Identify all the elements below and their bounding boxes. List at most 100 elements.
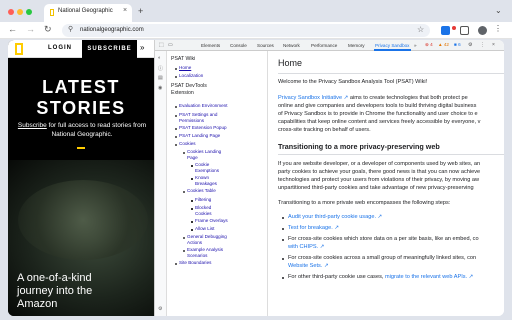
sidebar-item-popup[interactable]: PSAT Extension Popup [179,125,227,131]
list-text: For other third-party cookie use cases, [288,274,386,280]
sidebar-item-scenarios[interactable]: Scenarios [187,253,207,259]
devtools-tab-bar: ⬚ ▭ Elements Console Sources Network Per… [155,40,504,51]
bullet-icon [175,76,177,78]
sidebar-section-extension: PSAT DevTools [171,83,207,89]
audit-link[interactable]: Audit your third-party cookie usage. ↗ [288,214,382,220]
tab-sources[interactable]: Sources [257,43,274,48]
sidebar-item-blocked[interactable]: Cookies [195,211,212,217]
sidebar-item-cookies-landing[interactable]: Page [187,155,198,161]
tab-performance[interactable]: Performance [311,43,337,48]
issues-count: 6 [458,42,461,47]
bullet-icon [175,115,177,117]
sidebar-item-landing[interactable]: PSAT Landing Page [179,133,220,139]
browser-tab[interactable]: National Geographic × [44,4,132,22]
tab-elements[interactable]: Elements [201,43,220,48]
sidebar-item-cookies-table[interactable]: Cookies Table [187,188,216,194]
address-bar[interactable]: ⚲ nationalgeographic.com ☆ [62,24,430,37]
login-button[interactable]: LOGIN [48,45,72,51]
tab-strip: National Geographic × + ⌄ [0,0,512,22]
subscribe-button[interactable]: SUBSCRIBE [82,40,137,58]
sidebar-item-frame-overlays[interactable]: Frame Overlays [195,218,228,224]
sidebar-item-settings[interactable]: Permissions [179,118,204,124]
bullet-icon [183,152,185,154]
close-tab-icon[interactable]: × [123,7,127,14]
privacy-sandbox-link[interactable]: Privacy Sandbox Initiative ↗ [278,95,348,101]
subscribe-link[interactable]: Subscribe [18,122,47,129]
devtools-menu-icon[interactable]: ⋮ [480,42,485,48]
more-tabs-button[interactable]: » [414,43,417,48]
test-breakage-link[interactable]: Test for breakage. ↗ [288,225,339,231]
back-button[interactable]: ← [8,24,17,34]
bullet-icon [282,258,284,260]
browser-window: National Geographic × + ⌄ ← → ↻ ⚲ nation… [0,0,512,320]
sidebar-item-breakages[interactable]: Breakages [195,181,217,187]
sidebar-item-blocked[interactable]: Blocked [195,205,211,211]
browser-menu-icon[interactable]: ⋮ [494,24,502,33]
settings-gear-icon[interactable]: ⚙ [468,42,472,48]
sidebar-item-allow-list[interactable]: Allow List [195,226,214,232]
tab-privacy-sandbox[interactable]: Privacy Sandbox [375,43,409,48]
rail-info-icon[interactable]: ⓘ [158,65,163,72]
issues-count-badge[interactable]: ■ 6 [454,42,461,47]
device-toolbar-icon[interactable]: ▭ [168,42,173,48]
reload-button[interactable]: ↻ [44,24,52,35]
sidebar-item-debugging[interactable]: General Debugging [187,234,227,240]
sidebar-item-home[interactable]: Home [179,65,191,71]
warning-count-badge[interactable]: ▲ 42 [438,42,449,47]
sidebar-item-localization[interactable]: Localization [179,73,203,79]
chevron-right-icon[interactable]: » [140,43,144,52]
sidebar-item-filtering[interactable]: Filtering [195,197,211,203]
paragraph-line: Privacy Sandbox Initiative ↗ aims to cre… [278,95,468,101]
story-title[interactable]: A one-of-a-kind journey into the Amazon [17,272,147,311]
browser-toolbar: ← → ↻ ⚲ nationalgeographic.com ☆ ⋮ [0,22,512,39]
tune-icon[interactable]: ⚲ [68,25,73,33]
tab-network[interactable]: Network [283,43,300,48]
website-sets-link[interactable]: Website Sets. ↗ [288,263,329,269]
minimize-window-button[interactable] [17,9,23,15]
wiki-sidebar: PSAT Wiki Home Localization PSAT DevTool… [167,51,268,316]
sidebar-section-extension: Extension [171,90,194,96]
sidebar-item-site-boundaries[interactable]: Site Boundaries [179,260,211,266]
favicon-icon [50,9,54,16]
maximize-window-button[interactable] [26,9,32,15]
tab-memory[interactable]: Memory [348,43,365,48]
tab-console[interactable]: Console [230,43,247,48]
headline-line: LATEST [42,77,120,97]
sidebar-item-scenarios[interactable]: Example Analysis [187,247,223,253]
bullet-icon [175,68,177,70]
tab-search-icon[interactable]: ⌄ [495,6,502,15]
natgeo-logo[interactable] [15,43,23,55]
sidebar-item-cookies[interactable]: Cookies [179,141,196,147]
forward-button[interactable]: → [26,24,35,34]
rail-cookie-icon[interactable]: ◐ [158,55,161,61]
sidebar-item-evaluation[interactable]: Evaluation Environment [179,103,228,109]
url-text[interactable]: nationalgeographic.com [80,27,144,33]
rail-settings-icon[interactable]: ⚙ [158,306,162,312]
subscribe-promo: Subscribe for full access to read storie… [16,121,148,139]
new-tab-button[interactable]: + [138,6,143,16]
extension-icon[interactable] [441,26,450,35]
sidebar-item-cookies-landing[interactable]: Cookies Landing [187,149,221,155]
sidebar-item-exemptions[interactable]: Exemptions [195,168,219,174]
list-item: Audit your third-party cookie usage. ↗ [288,214,382,220]
inspect-element-icon[interactable]: ⬚ [159,42,164,48]
bookmark-star-icon[interactable]: ☆ [417,25,424,34]
paragraph-line: cross-site tracking on behalf of users. [278,127,371,133]
close-window-button[interactable] [8,9,14,15]
close-devtools-icon[interactable]: × [492,42,495,48]
section-heading: Transitioning to a more privacy-preservi… [278,142,440,151]
rail-chart-icon[interactable]: ▤ [158,75,163,81]
sidebar-item-settings[interactable]: PSAT Settings and [179,112,217,118]
chips-link[interactable]: with CHIPS. ↗ [288,244,324,250]
profile-avatar[interactable] [478,26,487,35]
extensions-puzzle-icon[interactable] [460,26,469,35]
error-count-badge[interactable]: ⊗ 4 [425,42,433,48]
rail-wiki-icon[interactable]: ◉ [158,85,162,91]
sidebar-item-exemptions[interactable]: Cookie [195,162,209,168]
yellow-divider [77,147,85,149]
sidebar-item-debugging[interactable]: Actions [187,240,202,246]
sidebar-item-breakages[interactable]: Known [195,175,209,181]
web-apis-link[interactable]: migrate to the relevant web APIs. ↗ [385,274,473,280]
headline-line: STORIES [36,98,126,118]
devtools-side-rail: ◐ ⓘ ▤ ◉ ⚙ [155,51,167,316]
